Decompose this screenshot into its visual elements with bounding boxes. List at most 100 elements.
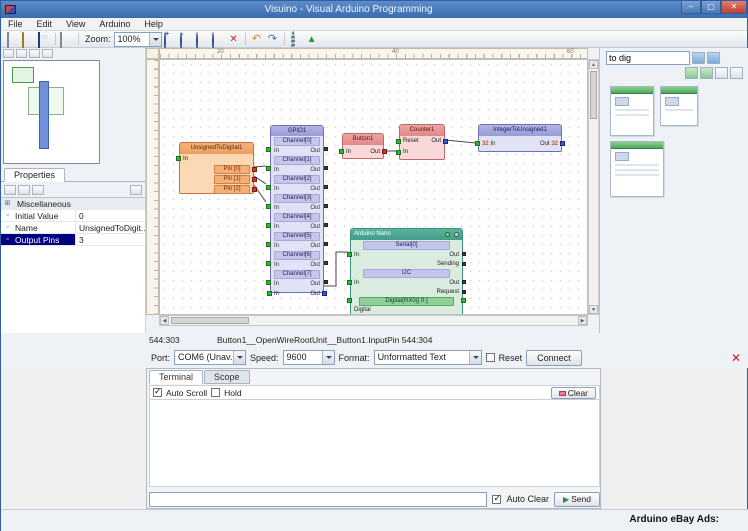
- reset-checkbox[interactable]: [486, 353, 495, 362]
- disconnect-icon[interactable]: ✕: [731, 351, 741, 365]
- block-counter1[interactable]: Counter1 Reset Out In: [399, 124, 445, 160]
- input-pin[interactable]: [339, 149, 344, 154]
- auto-clear-checkbox[interactable]: [492, 495, 501, 504]
- output-pin[interactable]: [324, 204, 328, 208]
- scroll-right-icon[interactable]: ▶: [578, 316, 587, 325]
- input-pin[interactable]: [347, 280, 352, 285]
- tab-terminal[interactable]: Terminal: [149, 370, 203, 384]
- wire[interactable]: [445, 140, 476, 143]
- input-pin[interactable]: [266, 147, 271, 152]
- sort-alpha-icon[interactable]: [4, 185, 16, 195]
- pin-panel-icon[interactable]: [730, 67, 743, 79]
- zoom-fit-icon[interactable]: [211, 33, 225, 46]
- component-card[interactable]: [610, 141, 664, 197]
- send-button[interactable]: ▶Send: [554, 492, 600, 507]
- scrollbar-thumb[interactable]: [171, 317, 249, 324]
- output-pin[interactable]: [462, 290, 466, 294]
- delete-icon[interactable]: ✕: [227, 33, 241, 46]
- property-row[interactable]: ▫ Initial Value 0: [1, 210, 145, 222]
- minimap-fit-icon[interactable]: [29, 49, 40, 58]
- chevron-down-icon[interactable]: [149, 33, 161, 46]
- close-button[interactable]: ✕: [721, 1, 747, 14]
- zoom-out-icon[interactable]: -: [179, 33, 193, 46]
- output-pin[interactable]: [324, 166, 328, 170]
- input-pin[interactable]: [347, 252, 352, 257]
- output-pin[interactable]: [462, 280, 466, 284]
- search-icon[interactable]: [707, 52, 720, 64]
- clear-button[interactable]: Clear: [551, 387, 596, 399]
- output-pin[interactable]: [252, 187, 257, 192]
- minimap-zoom-in-icon[interactable]: [3, 49, 14, 58]
- input-pin[interactable]: [475, 141, 480, 146]
- terminal-output[interactable]: [149, 399, 600, 487]
- input-pin[interactable]: [266, 166, 271, 171]
- canvas-horizontal-scrollbar[interactable]: ◀ ▶: [159, 315, 588, 326]
- chevron-down-icon[interactable]: [322, 351, 334, 364]
- property-row-selected[interactable]: ▫ Output Pins 3: [1, 234, 145, 246]
- input-pin[interactable]: [266, 223, 271, 228]
- input-pin[interactable]: [266, 204, 271, 209]
- component-card[interactable]: [610, 86, 654, 136]
- output-pin[interactable]: [462, 262, 466, 266]
- block-arduino-nano[interactable]: Arduino Nano Serial[0] In Out Sending: [350, 228, 463, 315]
- view-large-icon[interactable]: [685, 67, 698, 79]
- wrench-icon[interactable]: [130, 185, 142, 195]
- minimize-button[interactable]: –: [681, 1, 701, 14]
- output-pin[interactable]: [382, 149, 387, 154]
- component-card[interactable]: [660, 86, 698, 126]
- input-pin[interactable]: [267, 291, 272, 296]
- property-value[interactable]: UnsignedToDigit...: [76, 222, 145, 233]
- output-pin[interactable]: [324, 147, 328, 151]
- upload-icon[interactable]: ▲: [305, 33, 319, 46]
- save-icon[interactable]: [37, 33, 51, 46]
- input-pin[interactable]: [266, 242, 271, 247]
- menu-item-view[interactable]: View: [59, 19, 92, 29]
- connect-button[interactable]: Connect: [526, 350, 582, 366]
- zoom-in-icon[interactable]: +: [163, 33, 177, 46]
- output-pin[interactable]: [461, 298, 466, 303]
- format-select[interactable]: Unformatted Text: [374, 350, 482, 365]
- print-icon[interactable]: [60, 33, 74, 46]
- menu-item-edit[interactable]: Edit: [30, 19, 60, 29]
- chevron-down-icon[interactable]: [469, 351, 481, 364]
- input-pin[interactable]: [266, 280, 271, 285]
- gear-icon[interactable]: [454, 232, 459, 237]
- output-pin[interactable]: [252, 167, 257, 172]
- open-folder-icon[interactable]: [21, 33, 35, 46]
- filter-icon[interactable]: [692, 52, 705, 64]
- overview-minimap[interactable]: [3, 60, 100, 164]
- view-list-icon[interactable]: [700, 67, 713, 79]
- block-gpio1[interactable]: GPIO1 Channel[0] In Out Channel[1] In Ou…: [270, 125, 324, 293]
- categorized-icon[interactable]: [18, 185, 30, 195]
- build-icon[interactable]: [289, 33, 303, 46]
- tab-scope[interactable]: Scope: [204, 370, 250, 384]
- port-select[interactable]: COM6 (Unav...: [174, 350, 246, 365]
- component-search-input[interactable]: [606, 51, 690, 65]
- output-pin[interactable]: [324, 261, 328, 265]
- minimap-zoom-out-icon[interactable]: [16, 49, 27, 58]
- block-integertounsigned1[interactable]: IntegerToUnsigned1 32 In Out 32: [478, 124, 562, 152]
- output-pin[interactable]: [462, 252, 466, 256]
- zoom-actual-icon[interactable]: [195, 33, 209, 46]
- send-input[interactable]: [149, 492, 487, 507]
- input-pin[interactable]: [347, 298, 352, 303]
- output-pin[interactable]: [560, 141, 565, 146]
- speed-select[interactable]: 9600: [283, 350, 335, 365]
- menu-item-file[interactable]: File: [1, 19, 30, 29]
- new-file-icon[interactable]: [5, 33, 19, 46]
- output-pin[interactable]: [443, 139, 448, 144]
- input-pin[interactable]: [266, 185, 271, 190]
- scrollbar-thumb[interactable]: [590, 71, 597, 119]
- design-canvas[interactable]: UnsignedToDigital1 In Pin [0] Pin [1] Pi…: [159, 59, 588, 315]
- chevron-down-icon[interactable]: [233, 351, 245, 364]
- property-category-row[interactable]: ⊞ Miscellaneous: [1, 198, 145, 210]
- input-pin[interactable]: [176, 156, 181, 161]
- input-pin[interactable]: [396, 150, 401, 155]
- property-value[interactable]: 3: [76, 234, 145, 245]
- menu-item-help[interactable]: Help: [137, 19, 170, 29]
- categories-icon[interactable]: [715, 67, 728, 79]
- menu-item-arduino[interactable]: Arduino: [92, 19, 137, 29]
- block-button1[interactable]: Button1 In Out: [342, 133, 384, 159]
- property-value[interactable]: 0: [76, 210, 145, 221]
- input-pin[interactable]: [396, 139, 401, 144]
